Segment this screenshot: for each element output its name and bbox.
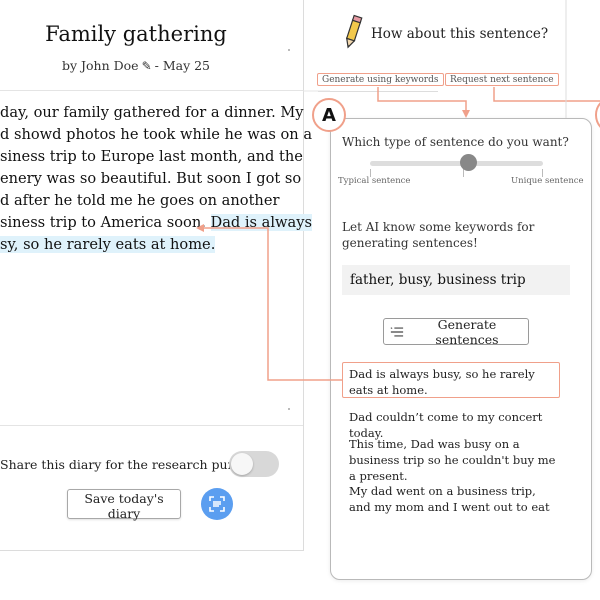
divider — [0, 90, 303, 91]
diary-line: d showd photos he took while he was on a — [0, 126, 313, 143]
slider-thumb[interactable] — [460, 154, 478, 171]
sentence-type-question: Which type of sentence do you want? — [342, 135, 569, 149]
diary-line: siness trip to Europe last month, and th… — [0, 148, 303, 165]
keywords-label: Let AI know some keywords for generating… — [342, 220, 535, 250]
generate-sentences-button[interactable]: Generate sentences — [383, 316, 529, 347]
request-arrow — [493, 87, 600, 102]
sentence-type-slider[interactable] — [370, 161, 543, 166]
diary-line-text: siness trip to America soon. — [0, 214, 211, 231]
author-text: by John Doe — [61, 58, 139, 73]
list-generate-icon — [390, 326, 404, 337]
sentence-option[interactable]: My dad went on a business trip, and my m… — [349, 483, 559, 515]
diary-line: sy, so he rarely eats at home. — [0, 234, 285, 256]
scan-icon — [209, 496, 225, 512]
save-diary-button[interactable]: Save today's diary — [67, 489, 181, 521]
slider-tick — [463, 169, 464, 177]
diary-line: day, our family gathered for a dinner. M… — [0, 104, 304, 121]
slider-min-label: Typical sentence — [338, 176, 411, 186]
share-toggle[interactable] — [229, 451, 279, 477]
annotation-badge: A — [312, 98, 346, 132]
corner-mark — [288, 49, 290, 51]
date-text: - May 25 — [154, 58, 211, 73]
popup-arrow-head — [462, 110, 470, 118]
corner-mark — [288, 408, 290, 410]
diary-line: d after he told me he goes on another — [0, 192, 280, 209]
toggle-knob — [231, 453, 253, 475]
diary-line: enery was so beautiful. But soon I got s… — [0, 170, 302, 187]
divider — [0, 425, 303, 426]
offscreen-badge-edge — [595, 102, 600, 128]
request-next-sentence-button[interactable]: Request next sentence — [445, 73, 559, 86]
slider-max-label: Unique sentence — [511, 176, 584, 186]
keywords-input[interactable] — [342, 265, 570, 295]
edit-pen-icon[interactable]: ✎ — [142, 59, 152, 73]
sentence-option[interactable]: Dad is always busy, so he rarely eats at… — [349, 366, 559, 398]
sentence-option[interactable]: This time, Dad was busy on a business tr… — [349, 436, 559, 484]
inserted-sentence-highlight: sy, so he rarely eats at home. — [0, 236, 216, 253]
diary-text[interactable]: day, our family gathered for a dinner. M… — [0, 102, 313, 256]
pencil-icon — [345, 14, 363, 49]
suggestion-question: How about this sentence? — [371, 26, 549, 42]
generate-using-keywords-button[interactable]: Generate using keywords — [317, 73, 444, 86]
doc-meta: by John Doe ✎ - May 25 — [0, 58, 272, 73]
diary-line: siness trip to America soon. Dad is alwa… — [0, 212, 312, 234]
page-title: Family gathering — [45, 22, 227, 46]
scan-button[interactable] — [201, 488, 233, 520]
generate-sentences-label: Generate sentences — [435, 316, 499, 347]
inserted-sentence-highlight: Dad is always — [210, 214, 312, 231]
tab-underline — [318, 91, 438, 92]
